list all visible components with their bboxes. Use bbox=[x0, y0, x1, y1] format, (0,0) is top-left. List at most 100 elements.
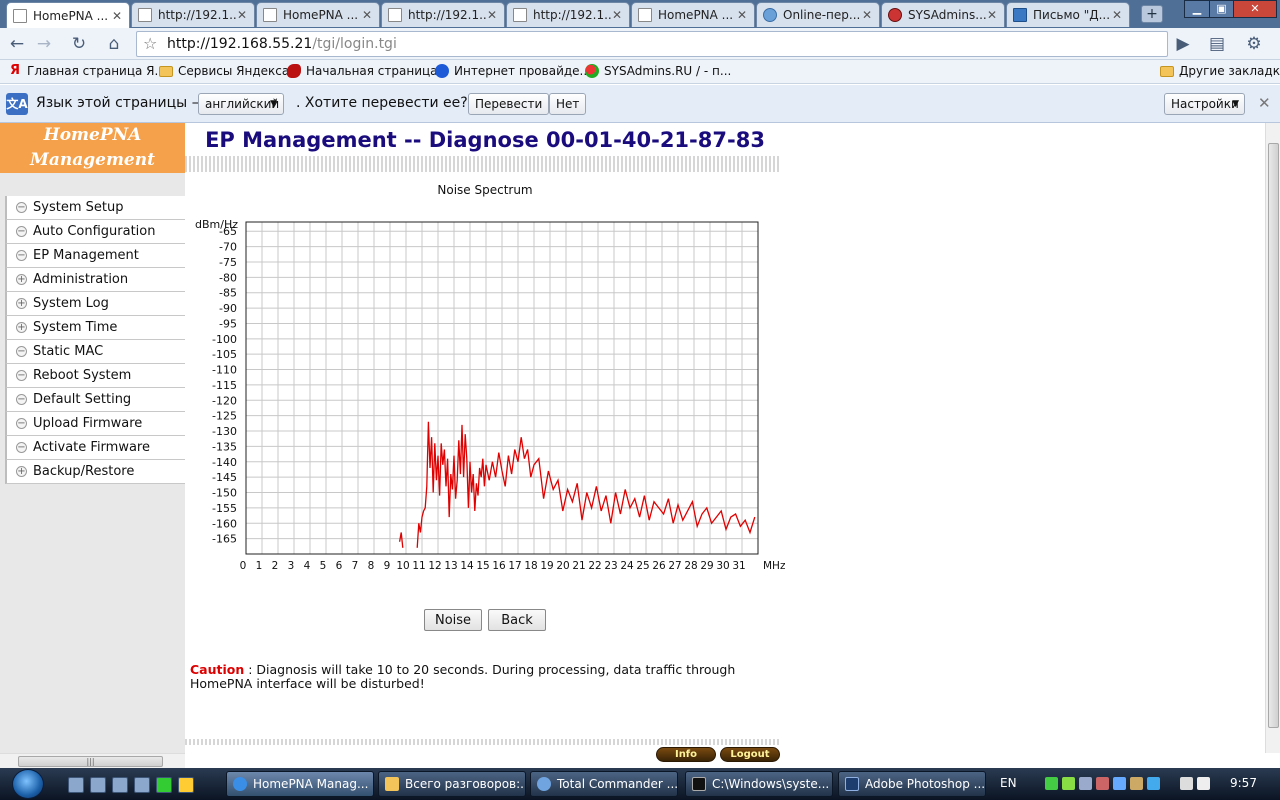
nav-item-label: System Time bbox=[33, 320, 118, 335]
nav-item-activate-firmware[interactable]: − Activate Firmware bbox=[5, 436, 185, 460]
page-icon bbox=[388, 8, 402, 22]
tray-icon[interactable] bbox=[1079, 777, 1092, 790]
logout-button[interactable]: Logout bbox=[720, 747, 780, 762]
quick-launch-icon[interactable] bbox=[112, 777, 128, 793]
vertical-scrollbar[interactable] bbox=[1265, 123, 1280, 753]
scrollbar-thumb[interactable] bbox=[1268, 143, 1279, 728]
new-tab-button[interactable]: + bbox=[1141, 5, 1163, 23]
tab-homepna-active[interactable]: HomePNA ... ✕ bbox=[6, 2, 130, 28]
close-icon[interactable]: ✕ bbox=[1258, 94, 1271, 112]
maximize-button[interactable]: ▣ bbox=[1209, 0, 1234, 18]
wrench-icon[interactable]: ⚙ bbox=[1243, 33, 1265, 55]
clock[interactable]: 9:57 bbox=[1230, 776, 1257, 790]
star-icon[interactable]: ☆ bbox=[143, 34, 157, 53]
x-tick-label: 0 bbox=[240, 560, 247, 572]
close-icon[interactable]: ✕ bbox=[736, 8, 748, 22]
close-icon[interactable]: ✕ bbox=[236, 8, 248, 22]
caution-text: : Diagnosis will take 10 to 20 seconds. … bbox=[190, 662, 736, 691]
translate-settings-button[interactable]: Настройки ▼ bbox=[1164, 93, 1245, 115]
start-button[interactable] bbox=[12, 769, 44, 799]
tab-mail[interactable]: Письмо "Д... ✕ bbox=[1006, 2, 1130, 27]
tray-icon[interactable] bbox=[1130, 777, 1143, 790]
quick-launch-icon[interactable] bbox=[134, 777, 150, 793]
tab-192-2[interactable]: http://192.1... ✕ bbox=[381, 2, 505, 27]
back-arrow-icon[interactable]: ← bbox=[6, 33, 28, 55]
taskbar-chrome[interactable]: HomePNA Manag... bbox=[226, 771, 374, 797]
horizontal-scrollbar[interactable]: ||| bbox=[0, 753, 185, 768]
quick-launch-icon[interactable] bbox=[178, 777, 194, 793]
nav-item-upload-firmware[interactable]: − Upload Firmware bbox=[5, 412, 185, 436]
translate-button[interactable]: Перевести bbox=[468, 93, 550, 115]
bookmark-sysadmins[interactable]: SYSAdmins.RU / - п... bbox=[585, 64, 731, 78]
tray-icon[interactable] bbox=[1096, 777, 1109, 790]
nav-item-system-setup[interactable]: − System Setup bbox=[5, 196, 185, 220]
close-icon[interactable]: ✕ bbox=[861, 8, 873, 22]
reload-icon[interactable]: ↻ bbox=[68, 33, 90, 55]
x-axis-ticks: 0 1 2 3 4 5 6 7 8 9 10 11 12 13 14 15 16 17 18 19 20 21 22 23 24… bbox=[240, 560, 786, 572]
tray-icon[interactable] bbox=[1045, 777, 1058, 790]
nav-item-reboot-system[interactable]: − Reboot System bbox=[5, 364, 185, 388]
volume-icon[interactable] bbox=[1197, 777, 1210, 790]
x-tick-label: 31 bbox=[732, 560, 745, 572]
tab-192-3[interactable]: http://192.1... ✕ bbox=[506, 2, 630, 27]
taskbar-total-commander[interactable]: Total Commander ... bbox=[530, 771, 678, 797]
taskbar-cmd[interactable]: C:\Windows\syste... bbox=[685, 771, 833, 797]
nav-item-default-setting[interactable]: − Default Setting bbox=[5, 388, 185, 412]
tray-icon[interactable] bbox=[1062, 777, 1075, 790]
nav-item-backup-restore[interactable]: + Backup/Restore bbox=[5, 460, 185, 484]
page-menu-icon[interactable]: ▤ bbox=[1206, 33, 1228, 55]
minimize-button[interactable]: ▁ bbox=[1184, 0, 1210, 18]
bookmark-yandex-home[interactable]: Я Главная страница Я... bbox=[8, 64, 166, 79]
close-icon[interactable]: ✕ bbox=[361, 8, 373, 22]
address-bar[interactable]: ☆ http://192.168.55.21/tgi/login.tgi bbox=[136, 31, 1168, 57]
quick-launch-icon[interactable] bbox=[156, 777, 172, 793]
nav-item-ep-management[interactable]: − EP Management bbox=[5, 244, 185, 268]
scrollbar-thumb[interactable]: ||| bbox=[18, 756, 163, 767]
tab-homepna-3[interactable]: HomePNA ... ✕ bbox=[631, 2, 755, 27]
other-bookmarks[interactable]: Другие закладки bbox=[1160, 64, 1280, 78]
nav-item-system-log[interactable]: + System Log bbox=[5, 292, 185, 316]
tray-icon[interactable] bbox=[1147, 777, 1160, 790]
bookmarks-bar: Я Главная страница Я... Сервисы Яндекса Н… bbox=[0, 60, 1280, 84]
x-tick-label: 21 bbox=[572, 560, 585, 572]
close-icon[interactable]: ✕ bbox=[111, 9, 123, 23]
nav-item-static-mac[interactable]: − Static MAC bbox=[5, 340, 185, 364]
noise-button[interactable]: Noise bbox=[424, 609, 482, 631]
back-button[interactable]: Back bbox=[488, 609, 546, 631]
url-host: http://192.168.55.21 bbox=[167, 36, 313, 52]
home-icon[interactable]: ⌂ bbox=[103, 33, 125, 55]
nav-item-administration[interactable]: + Administration bbox=[5, 268, 185, 292]
go-arrow-icon[interactable]: ▶ bbox=[1172, 33, 1194, 55]
close-icon[interactable]: ✕ bbox=[986, 8, 998, 22]
nav-item-system-time[interactable]: + System Time bbox=[5, 316, 185, 340]
tab-192-1[interactable]: http://192.1... ✕ bbox=[131, 2, 255, 27]
close-icon[interactable]: ✕ bbox=[1111, 8, 1123, 22]
no-translate-button[interactable]: Нет bbox=[549, 93, 587, 115]
bookmark-provider[interactable]: Интернет провайде... bbox=[435, 64, 591, 78]
y-tick-label: -80 bbox=[219, 271, 237, 284]
show-desktop-icon[interactable] bbox=[68, 777, 84, 793]
window-close-button[interactable]: ✕ bbox=[1233, 0, 1277, 18]
tab-online[interactable]: Online-пер... ✕ bbox=[756, 2, 880, 27]
logo-line-2: Management bbox=[30, 150, 155, 170]
tray-icon[interactable] bbox=[1113, 777, 1126, 790]
tab-title: http://192.1... bbox=[533, 8, 611, 22]
close-icon[interactable]: ✕ bbox=[611, 8, 623, 22]
close-icon[interactable]: ✕ bbox=[486, 8, 498, 22]
forward-arrow-icon[interactable]: → bbox=[33, 33, 55, 55]
info-button[interactable]: Info bbox=[656, 747, 716, 762]
taskbar-folder[interactable]: Всего разговоров:... bbox=[378, 771, 526, 797]
language-indicator[interactable]: EN bbox=[1000, 776, 1017, 790]
network-icon[interactable] bbox=[1180, 777, 1193, 790]
nav-item-auto-configuration[interactable]: − Auto Configuration bbox=[5, 220, 185, 244]
tab-sysadmins[interactable]: SYSAdmins.... ✕ bbox=[881, 2, 1005, 27]
language-select[interactable]: английский ▼ bbox=[198, 93, 284, 115]
expand-icon: + bbox=[16, 298, 27, 309]
quick-launch-icon[interactable] bbox=[90, 777, 106, 793]
bookmark-start-page[interactable]: Начальная страница bbox=[287, 64, 438, 78]
tab-homepna-2[interactable]: HomePNA ... ✕ bbox=[256, 2, 380, 27]
bookmark-yandex-services[interactable]: Сервисы Яндекса bbox=[159, 64, 289, 78]
taskbar-photoshop[interactable]: Adobe Photoshop ... bbox=[838, 771, 986, 797]
page-icon bbox=[513, 8, 527, 22]
page-icon bbox=[138, 8, 152, 22]
